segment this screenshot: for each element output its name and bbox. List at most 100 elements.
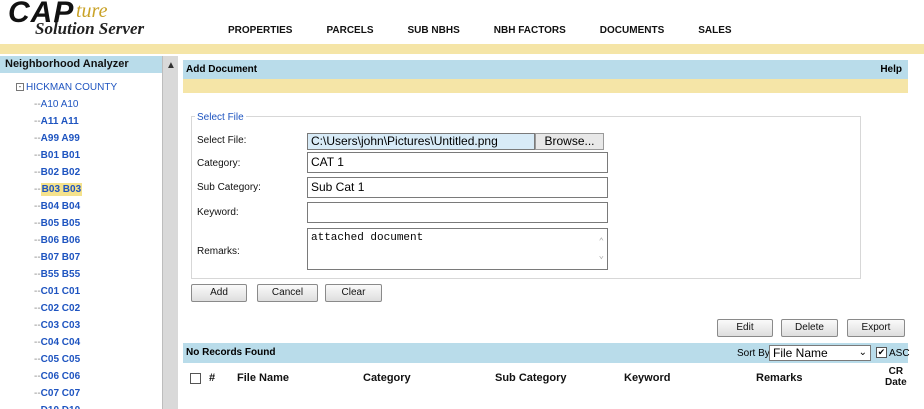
tree-item[interactable]: --B06 B06 [34,232,154,249]
browse-button[interactable]: Browse... [535,133,604,150]
tree-items: --A10 A10 --A11 A11 --A99 A99 --B01 B01 --B0… [34,96,154,409]
asc-checkbox[interactable]: ✔ [876,347,887,358]
panel-title: Add Document [186,64,258,75]
tree-connector: -- [34,99,41,110]
col-number[interactable]: # [209,372,215,384]
category-input[interactable]: CAT 1 [307,152,608,173]
col-sub-category[interactable]: Sub Category [495,372,567,384]
tree-connector: -- [34,269,41,280]
tree-item[interactable]: --B55 B55 [34,266,154,283]
tree-item-label: A10 A10 [40,99,79,110]
tree-connector: -- [34,133,41,144]
tree-root-label: HICKMAN COUNTY [26,82,118,93]
tab-nbh-factors[interactable]: NBH FACTORS [476,20,588,42]
textarea-scroll-down-icon[interactable]: ⌄ [599,251,604,261]
export-button[interactable]: Export [847,319,905,337]
edit-button[interactable]: Edit [717,319,773,337]
tree-item-label: D10 D10 [41,405,80,409]
tree-item[interactable]: --B02 B02 [34,164,154,181]
tree-item[interactable]: --C02 C02 [34,300,154,317]
tree-connector: -- [34,167,41,178]
remarks-textarea[interactable]: attached document ⌃ ⌄ [307,228,608,270]
neighborhood-tree-panel: Neighborhood Analyzer ▲ - HICKMAN COUNTY … [0,56,178,409]
col-keyword[interactable]: Keyword [624,372,670,384]
select-all-checkbox[interactable] [190,373,201,384]
tree-item-label: B04 B04 [40,201,81,212]
tree-item[interactable]: --B05 B05 [34,215,154,232]
tree-connector: -- [34,286,41,297]
tree-item[interactable]: --C05 C05 [34,351,154,368]
col-cr-date[interactable]: CR Date [885,366,907,388]
grid-column-headers: # File Name Category Sub Category Keywor… [183,365,908,391]
tree-connector: -- [34,337,41,348]
tab-properties[interactable]: PROPERTIES [210,20,314,42]
tree-item[interactable]: --C01 C01 [34,283,154,300]
add-button[interactable]: Add [191,284,247,302]
app-logo: CAP ture Solution Server [8,0,208,44]
fieldset-legend: Select File [195,112,246,123]
tree-item[interactable]: --C04 C04 [34,334,154,351]
tree-item[interactable]: --A11 A11 [34,113,154,130]
scroll-up-icon[interactable]: ▲ [163,58,179,74]
tree-connector: -- [34,303,41,314]
cancel-button[interactable]: Cancel [257,284,318,302]
tree-item[interactable]: --C07 C07 [34,385,154,402]
header-band [0,44,924,54]
tree-item-label: C04 C04 [40,337,81,348]
help-link[interactable]: Help [880,60,902,79]
collapse-icon[interactable]: - [16,83,24,92]
tree-item[interactable]: --B04 B04 [34,198,154,215]
textarea-scroll-up-icon[interactable]: ⌃ [599,237,604,247]
tree-connector: -- [34,150,41,161]
tree-item[interactable]: --B03 B03 [34,181,154,198]
app-header: CAP ture Solution Server PROPERTIES PARC… [0,0,924,44]
asc-label: ASC [889,348,910,359]
tree-item[interactable]: --B07 B07 [34,249,154,266]
tree-connector: -- [34,201,41,212]
tree-connector: -- [34,116,41,127]
tree-item[interactable]: --A10 A10 [34,96,154,113]
file-path-input[interactable]: C:\Users\john\Pictures\Untitled.png [307,133,535,150]
tree-scrollbar[interactable]: ▲ [162,56,178,409]
sort-by-value: File Name [773,346,828,360]
tree-item-label: C05 C05 [40,354,81,365]
records-status: No Records Found [186,347,276,358]
tree-connector: -- [34,405,41,409]
keyword-input[interactable] [307,202,608,223]
tree-panel-title: Neighborhood Analyzer [0,56,162,73]
tree-item[interactable]: --D10 D10 [34,402,154,409]
tab-sales[interactable]: SALES [680,20,753,42]
col-remarks[interactable]: Remarks [756,372,802,384]
tree-item-label: A99 A99 [40,133,80,144]
col-file-name[interactable]: File Name [237,372,289,384]
chevron-down-icon: ⌄ [858,347,867,358]
delete-button[interactable]: Delete [781,319,838,337]
tree-connector: -- [34,388,41,399]
app-frame: CAP ture Solution Server PROPERTIES PARC… [0,0,924,409]
tab-parcels[interactable]: PARCELS [308,20,395,42]
tree-item-label: C03 C03 [40,320,81,331]
tree-item[interactable]: --A99 A99 [34,130,154,147]
sort-by-label: Sort By: [737,348,773,359]
tab-documents[interactable]: DOCUMENTS [582,20,686,42]
tree-item[interactable]: --C03 C03 [34,317,154,334]
tree-item[interactable]: --B01 B01 [34,147,154,164]
select-file-label: Select File: [197,135,247,146]
remarks-text: attached document [311,232,424,244]
tab-sub-nbhs[interactable]: SUB NBHS [390,20,482,42]
logo-tagline: Solution Server [35,19,145,38]
tree-item-label: B03 B03 [40,183,83,196]
sub-category-input[interactable]: Sub Cat 1 [307,177,608,198]
results-grid-header: No Records Found Sort By: File Name ⌄ ✔ … [183,343,910,363]
panel-band [183,79,908,93]
tree-body: - HICKMAN COUNTY --A10 A10 --A11 A11 --A99 … [0,78,162,409]
tree-item-label: C01 C01 [40,286,81,297]
main-tabs: PROPERTIES PARCELS SUB NBHS NBH FACTORS … [210,20,748,44]
col-category[interactable]: Category [363,372,411,384]
tree-item-label: B01 B01 [40,150,81,161]
clear-button[interactable]: Clear [325,284,382,302]
tree-connector: -- [34,320,41,331]
tree-root-hickman-county[interactable]: - HICKMAN COUNTY [16,82,117,93]
sort-by-select[interactable]: File Name ⌄ [769,345,871,361]
tree-item[interactable]: --C06 C06 [34,368,154,385]
